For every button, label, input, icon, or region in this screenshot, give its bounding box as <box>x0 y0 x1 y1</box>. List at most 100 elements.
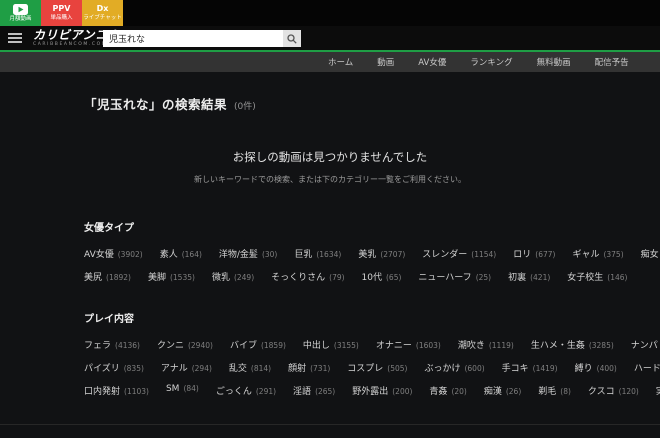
category-tag[interactable]: 淫語(265) <box>293 384 335 397</box>
tag-count: (4136) <box>115 341 140 350</box>
category-tag[interactable]: オナニー(1603) <box>376 338 441 351</box>
category-tag[interactable]: 剃毛(8) <box>538 384 571 397</box>
category-tag[interactable]: ロリ(677) <box>513 247 555 260</box>
category-tag[interactable]: 美脚(1535) <box>148 270 195 283</box>
tag-count: (2707) <box>380 250 405 259</box>
category-tag[interactable]: スレンダー (1154) <box>422 247 496 260</box>
tag-count: (1154) <box>471 250 496 259</box>
category-tag[interactable]: 潮吹き(1119) <box>458 338 514 351</box>
category-tag[interactable]: 野外露出(200) <box>352 384 412 397</box>
tag-label: 実録/ドキュメンタリー <box>656 384 660 397</box>
category-tag[interactable]: 美乳(2707) <box>358 247 405 260</box>
tag-label: 10代 <box>362 270 382 283</box>
category-tag[interactable]: ぶっかけ(600) <box>424 361 484 374</box>
category-tag[interactable]: クスコ (120) <box>588 384 639 397</box>
category-tag[interactable]: クンニ(2940) <box>157 338 213 351</box>
category-tag[interactable]: 素人(164) <box>160 247 202 260</box>
category-tag[interactable]: コスプレ(505) <box>347 361 407 374</box>
tag-count: (25) <box>476 273 491 282</box>
nav-item[interactable]: AV女優 <box>418 56 446 68</box>
tag-count: (291) <box>256 387 276 396</box>
category-tag[interactable]: 口内発射(1103) <box>84 384 149 397</box>
nav-item[interactable]: 無料動画 <box>537 56 571 68</box>
nav-item[interactable]: ホーム <box>328 56 353 68</box>
tag-label: スレンダー <box>422 247 467 260</box>
tag-label: アナル <box>161 361 188 374</box>
category-tag[interactable]: SM(84) <box>166 384 199 397</box>
tag-count: (1103) <box>124 387 149 396</box>
tag-label: ロリ <box>513 247 531 260</box>
nav-item[interactable]: 配信予告 <box>595 56 629 68</box>
section-heading: プレイ内容 <box>84 310 660 325</box>
category-tag[interactable]: そっくりさん(79) <box>271 270 344 283</box>
tag-row: フェラ(4136) クンニ(2940) バイブ(1859) 中出し(3155) オナニー… <box>84 338 660 351</box>
category-tag[interactable]: 生ハメ・生姦 (3285) <box>531 338 614 351</box>
tag-label: 洋物/金髪 <box>219 247 258 260</box>
category-tag[interactable]: 手コキ(1419) <box>502 361 558 374</box>
category-tag[interactable]: 10代 (65) <box>362 270 402 283</box>
tag-label: バイブ <box>230 338 257 351</box>
tag-label: コスプレ <box>347 361 383 374</box>
tag-count: (30) <box>262 250 277 259</box>
tag-label: AV女優 <box>84 247 114 260</box>
category-tag[interactable]: 女子校生(146) <box>567 270 627 283</box>
category-tag[interactable]: 痴女(834) <box>641 247 660 260</box>
tag-label: ハード系 <box>634 361 660 374</box>
category-tag[interactable]: フェラ(4136) <box>84 338 140 351</box>
tag-count: (3155) <box>334 341 359 350</box>
tag-label: 美尻 <box>84 270 102 283</box>
category-tag[interactable]: 洋物/金髪 (30) <box>219 247 277 260</box>
search-button[interactable] <box>283 30 301 47</box>
category-sections: 女優タイプAV女優(3902)素人(164)洋物/金髪(30)巨乳(1634)美… <box>84 219 660 397</box>
category-tag[interactable]: ニューハーフ(25) <box>418 270 491 283</box>
tag-label: ギャル <box>572 247 599 260</box>
category-tag[interactable]: バイブ(1859) <box>230 338 286 351</box>
livechat-tab[interactable]: Dx ライブチャット <box>82 0 123 26</box>
category-tag[interactable]: ごっくん(291) <box>216 384 276 397</box>
category-tag[interactable]: 美尻(1892) <box>84 270 131 283</box>
ppv-label: 単品購入 <box>50 16 72 22</box>
search-input[interactable] <box>103 30 283 47</box>
category-tag[interactable]: ナンパ(53) <box>631 338 660 351</box>
tag-count: (120) <box>619 387 639 396</box>
tag-count: (814) <box>251 364 271 373</box>
category-tag[interactable]: 青姦(20) <box>429 384 466 397</box>
ppv-tab[interactable]: PPV 単品購入 <box>41 0 82 26</box>
nav-item[interactable]: ランキング <box>470 56 512 68</box>
category-tag[interactable]: 乱交(814) <box>229 361 271 374</box>
category-tag[interactable]: 中出し(3155) <box>303 338 359 351</box>
tag-label: 顔射 <box>288 361 306 374</box>
tag-label: 痴漢 <box>484 384 502 397</box>
site-header: カリビアンコム CARIBBEANCOM.COM <box>0 26 660 52</box>
tag-count: (3285) <box>589 341 614 350</box>
tag-count: (79) <box>329 273 344 282</box>
category-tag[interactable]: 微乳(249) <box>212 270 254 283</box>
category-tag[interactable]: 痴漢(26) <box>484 384 521 397</box>
category-tag[interactable]: 顔射(731) <box>288 361 330 374</box>
tag-label: 生ハメ・生姦 <box>531 338 585 351</box>
category-tag[interactable]: 巨乳(1634) <box>294 247 341 260</box>
category-tag[interactable]: AV女優(3902) <box>84 247 143 260</box>
nav-item[interactable]: 動画 <box>377 56 394 68</box>
category-tag[interactable]: ギャル(375) <box>572 247 623 260</box>
tag-label: クンニ <box>157 338 184 351</box>
category-tag[interactable]: 初裏(421) <box>508 270 550 283</box>
category-tag[interactable]: アナル(294) <box>161 361 212 374</box>
category-tag[interactable]: 実録/ドキュメンタリー(80) <box>656 384 660 397</box>
tag-count: (200) <box>392 387 412 396</box>
menu-icon[interactable] <box>8 33 22 43</box>
tag-count: (421) <box>530 273 550 282</box>
category-tag[interactable]: 縛り(400) <box>575 361 617 374</box>
search-box <box>103 30 301 47</box>
search-result-title: 「児玉れな」の検索結果 <box>84 94 227 113</box>
category-tag[interactable]: パイズリ(835) <box>84 361 144 374</box>
page-title: 「児玉れな」の検索結果 (0件) <box>84 94 660 113</box>
tag-label: 巨乳 <box>294 247 312 260</box>
tag-label: クスコ <box>588 384 615 397</box>
page-footer <box>0 424 660 438</box>
tag-label: 女子校生 <box>567 270 603 283</box>
tag-count: (65) <box>386 273 401 282</box>
tag-label: 淫語 <box>293 384 311 397</box>
category-tag[interactable]: ハード系(175) <box>634 361 660 374</box>
monthly-video-tab[interactable]: 月額動画 <box>0 0 41 26</box>
